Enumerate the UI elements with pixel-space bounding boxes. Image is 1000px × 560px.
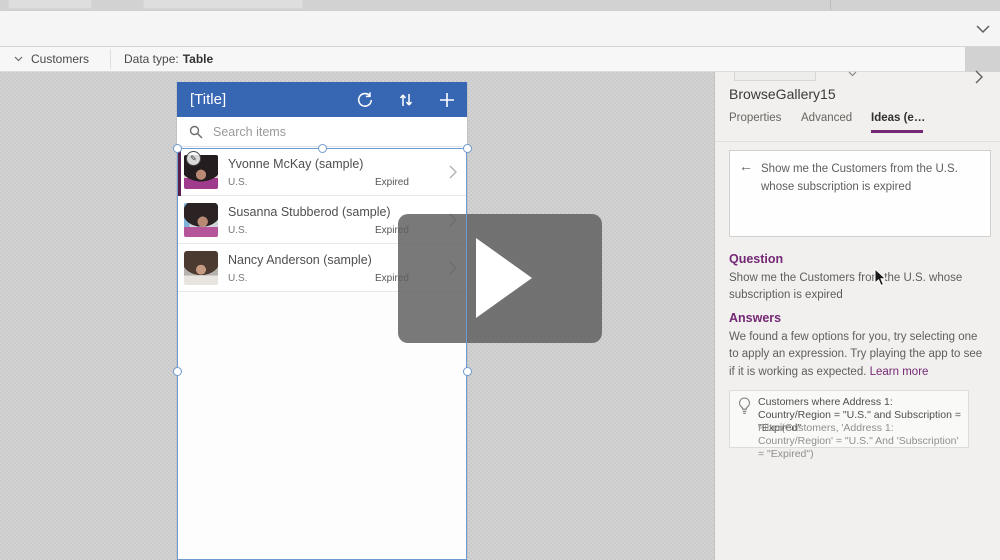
gallery-item[interactable]: ✎ Yvonne McKay (sample) U.S. Expired bbox=[177, 148, 467, 196]
selection-handle-top-right[interactable] bbox=[463, 144, 472, 153]
panel-divider bbox=[715, 141, 1000, 142]
suggestion-expression: Filter(Customers, 'Address 1: Country/Re… bbox=[758, 422, 964, 461]
avatar: ✎ bbox=[184, 155, 218, 189]
selected-control-name: BrowseGallery15 bbox=[729, 86, 836, 102]
title-bar-icons bbox=[355, 82, 457, 117]
selection-handle-top-center[interactable] bbox=[318, 144, 327, 153]
formula-bar[interactable]: Filter( Customers , 'Address 1: Country/… bbox=[0, 10, 1000, 47]
tab-advanced[interactable]: Advanced bbox=[801, 112, 852, 124]
selected-item-accent-bar bbox=[177, 148, 181, 196]
answers-body-text: We found a few options for you, try sele… bbox=[729, 331, 982, 378]
item-name: Susanna Stubberod (sample) bbox=[228, 205, 391, 219]
top-cropped-toolbar bbox=[0, 0, 1000, 10]
property-selector-dropdown[interactable]: Customers bbox=[14, 47, 89, 71]
chevron-right-icon[interactable] bbox=[449, 165, 457, 179]
formula-bar-collapse-chevron-down-icon[interactable] bbox=[974, 21, 992, 37]
app-title-label: [Title] bbox=[190, 91, 226, 108]
question-heading: Question bbox=[729, 252, 783, 266]
item-country: U.S. bbox=[228, 177, 247, 188]
lightbulb-icon bbox=[738, 397, 751, 420]
active-tab-underline bbox=[871, 130, 923, 133]
search-icon bbox=[189, 125, 203, 139]
item-status: Expired bbox=[375, 177, 409, 188]
add-item-plus-icon[interactable] bbox=[437, 90, 457, 110]
selection-handle-top-left[interactable] bbox=[173, 144, 182, 153]
item-name: Yvonne McKay (sample) bbox=[228, 157, 363, 171]
context-bar-divider bbox=[110, 49, 111, 69]
toolbar-divider bbox=[830, 0, 831, 10]
chevron-down-icon bbox=[848, 71, 857, 77]
answers-body: We found a few options for you, try sele… bbox=[729, 329, 989, 381]
play-triangle-icon bbox=[476, 238, 532, 318]
answers-heading: Answers bbox=[729, 311, 781, 325]
data-type-value: Table bbox=[183, 52, 213, 66]
app-window: Filter( Customers , 'Address 1: Country/… bbox=[0, 0, 1000, 560]
item-country: U.S. bbox=[228, 225, 247, 236]
refresh-icon[interactable] bbox=[355, 90, 375, 110]
back-arrow-icon[interactable]: ← bbox=[739, 158, 753, 174]
selection-handle-mid-right[interactable] bbox=[463, 367, 472, 376]
cropped-toolbar-item bbox=[8, 0, 92, 9]
learn-more-link[interactable]: Learn more bbox=[870, 366, 929, 378]
item-country: U.S. bbox=[228, 273, 247, 284]
video-play-button[interactable] bbox=[398, 214, 602, 343]
question-body: Show me the Customers from the U.S. whos… bbox=[729, 270, 981, 303]
property-selector-label: Customers bbox=[31, 52, 89, 66]
cropped-toolbar-item bbox=[143, 0, 303, 9]
tab-ideas[interactable]: Ideas (e… bbox=[871, 112, 925, 124]
panel-collapse-chevron-right-icon[interactable] bbox=[969, 66, 989, 88]
tab-properties[interactable]: Properties bbox=[729, 112, 781, 124]
suggestion-option[interactable]: Customers where Address 1: Country/Regio… bbox=[729, 390, 969, 448]
edit-pencil-icon[interactable]: ✎ bbox=[186, 151, 201, 166]
avatar bbox=[184, 251, 218, 285]
formula-context-bar: Customers Data type: Table bbox=[0, 47, 966, 72]
chevron-down-icon bbox=[14, 56, 23, 62]
idea-query-text: Show me the Customers from the U.S. whos… bbox=[761, 161, 979, 197]
idea-query-box[interactable]: ← Show me the Customers from the U.S. wh… bbox=[729, 150, 991, 237]
data-type-label: Data type: bbox=[124, 52, 179, 66]
screen-selector-dropdown-cropped[interactable] bbox=[734, 72, 816, 81]
properties-panel: BrowseGallery15 Properties Advanced Idea… bbox=[714, 72, 1000, 560]
selection-handle-mid-left[interactable] bbox=[173, 367, 182, 376]
formula-input[interactable]: Filter( Customers , 'Address 1: Country/… bbox=[18, 11, 304, 46]
data-type-readout: Data type: Table bbox=[124, 47, 213, 71]
sort-icon[interactable] bbox=[396, 90, 416, 110]
app-title-bar[interactable]: [Title] bbox=[177, 82, 467, 117]
search-placeholder: Search items bbox=[213, 125, 286, 139]
avatar bbox=[184, 203, 218, 237]
item-name: Nancy Anderson (sample) bbox=[228, 253, 372, 267]
search-input[interactable]: Search items bbox=[177, 117, 467, 147]
